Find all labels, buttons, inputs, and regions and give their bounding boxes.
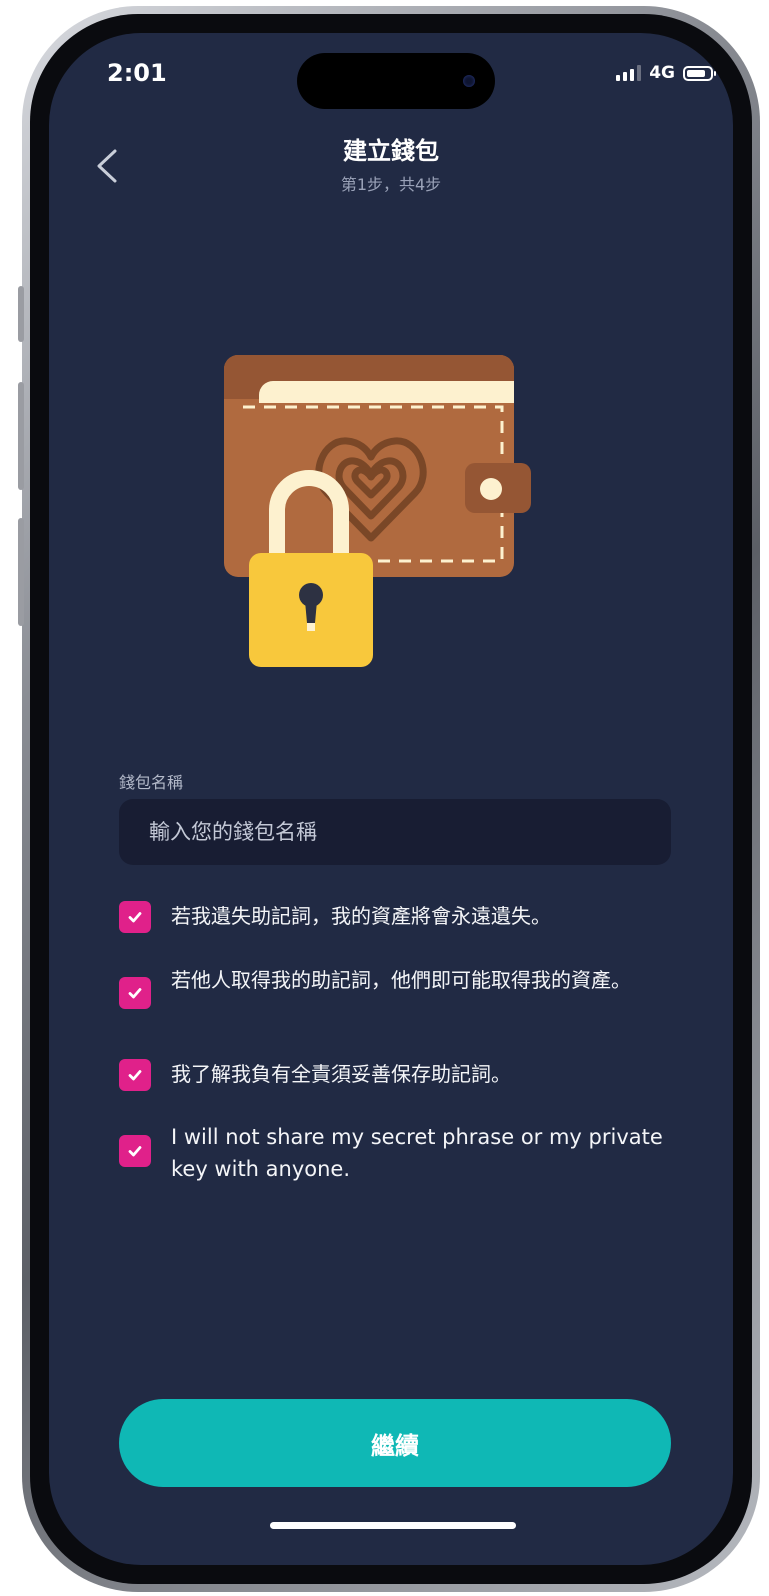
battery-icon	[683, 65, 716, 81]
dynamic-island	[297, 53, 495, 109]
status-time: 2:01	[107, 59, 167, 87]
mute-switch	[18, 286, 24, 342]
wallet-name-input[interactable]	[119, 799, 671, 865]
signal-icon	[616, 65, 642, 81]
checklist-text-3: 我了解我負有全責須妥善保存助記詞。	[171, 1062, 511, 1086]
app-screen: 2:01 4G 建立錢包 第1步，共4步 錢包名稱 輸入您的錢包名稱 若我遺失助…	[49, 33, 733, 1565]
page-title: 建立錢包	[343, 137, 439, 165]
wallet-with-padlock-illustration	[224, 355, 531, 667]
status-indicators: 4G	[616, 63, 716, 83]
checklist-text-2: 若他人取得我的助記詞，他們即可能取得我的資產。	[171, 968, 631, 992]
checkmark-icon	[128, 912, 142, 923]
checkbox-4[interactable]	[119, 1135, 151, 1167]
continue-button[interactable]: 繼續	[119, 1399, 671, 1487]
checkbox-2[interactable]	[119, 977, 151, 1009]
checklist-text-1: 若我遺失助記詞，我的資產將會永遠遺失。	[171, 904, 551, 928]
home-indicator[interactable]	[270, 1522, 516, 1529]
volume-up-button	[18, 382, 24, 490]
camera-icon	[463, 75, 475, 87]
volume-down-button	[18, 518, 24, 626]
checklist-text-4: I will not share my secret phrase or my …	[171, 1125, 663, 1181]
checkmark-icon	[128, 1070, 142, 1081]
checkmark-icon	[128, 1146, 142, 1157]
checkmark-icon	[128, 988, 142, 999]
wallet-name-label: 錢包名稱	[119, 773, 184, 792]
network-label: 4G	[649, 63, 675, 83]
checkbox-1[interactable]	[119, 901, 151, 933]
step-indicator: 第1步，共4步	[340, 175, 442, 194]
checkbox-3[interactable]	[119, 1059, 151, 1091]
